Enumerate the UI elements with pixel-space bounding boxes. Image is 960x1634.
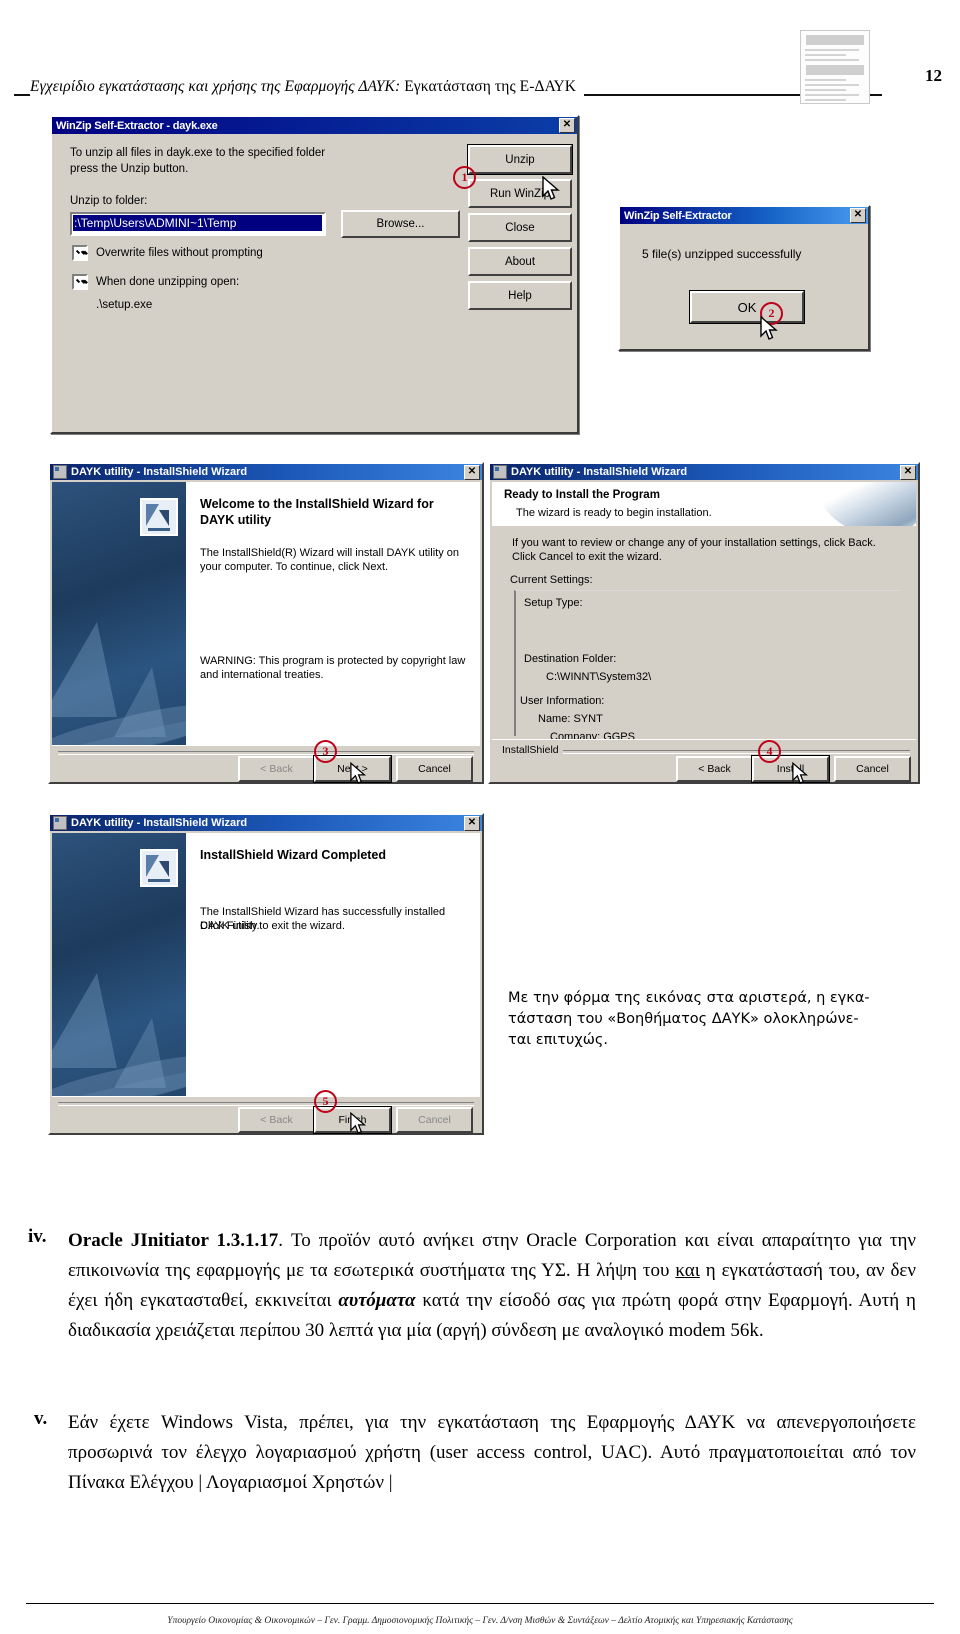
caption-line-3: ται επιτυχώς. <box>508 1032 609 1048</box>
wizard-welcome-warning: WARNING: This program is protected by co… <box>200 655 466 681</box>
unzip-folder-input[interactable]: :\Temp\Users\ADMINI~1\Temp <box>70 212 326 236</box>
close-icon[interactable]: ✕ <box>464 464 480 480</box>
when-done-label: When done unzipping open: <box>96 276 240 288</box>
help-button[interactable]: Help <box>468 281 572 310</box>
overwrite-checkbox[interactable] <box>72 245 88 261</box>
wizard-ready-footer: InstallShield < Back Install Cancel <box>492 739 916 783</box>
step-marker-3: 3 <box>314 740 337 763</box>
wizard-welcome-footer: < Back Next > Cancel <box>52 745 480 783</box>
wizard-ready-header: Ready to Install the Program The wizard … <box>492 482 916 526</box>
wizard-completed-body: InstallShield Wizard Completed The Insta… <box>140 833 480 1097</box>
product-icon <box>140 849 178 887</box>
paragraph-windows-vista: Εάν έχετε Windows Vista, πρέπει, για την… <box>68 1408 916 1498</box>
unzip-to-folder-label: Unzip to folder: <box>70 195 148 207</box>
wizard-welcome-heading: Welcome to the InstallShield Wizard for … <box>200 497 434 527</box>
wizard-welcome-titlebar: DAYK utility - InstallShield Wizard ✕ <box>50 464 482 480</box>
installer-icon <box>493 465 507 479</box>
wizard-completed-heading: InstallShield Wizard Completed <box>200 848 387 862</box>
wizard-completed-text-2: Click Finish to exit the wizard. <box>200 920 345 932</box>
cancel-button[interactable]: Cancel <box>396 756 473 782</box>
browse-button[interactable]: Browse... <box>341 210 460 238</box>
footer-separator <box>58 1102 474 1106</box>
close-button[interactable]: Close <box>468 213 572 242</box>
header-title-plain: Εγκατάσταση της Ε-ΔΑΥΚ <box>400 78 577 95</box>
user-information-label: User Information: <box>520 695 605 707</box>
wizard-ready-text: If you want to review or change any of y… <box>512 537 876 563</box>
open-target-value: .\setup.exe <box>96 299 153 311</box>
paragraph-iv-underlined: και <box>675 1260 700 1281</box>
winzip-instruction: To unzip all files in dayk.exe to the sp… <box>70 147 326 175</box>
paragraph-oracle-jinitiator: Oracle JInitiator 1.3.1.17. Το προϊόν αυ… <box>68 1226 916 1346</box>
page-footer: Υπουργείο Οικονομίας & Οικονομικών – Γεν… <box>167 1616 793 1626</box>
winzip-self-extractor-dialog: WinZip Self-Extractor - dayk.exe ✕ To un… <box>50 115 579 434</box>
wizard-completed-title: DAYK utility - InstallShield Wizard <box>71 817 248 829</box>
winzip-success-title: WinZip Self-Extractor <box>624 209 732 222</box>
back-button[interactable]: < Back <box>676 756 753 782</box>
wizard-ready-titlebar: DAYK utility - InstallShield Wizard ✕ <box>490 464 918 480</box>
paragraph-iv-lead: Oracle JInitiator 1.3.1.17 <box>68 1230 279 1251</box>
wizard-completed-dialog: DAYK utility - InstallShield Wizard ✕ In… <box>48 813 484 1135</box>
when-done-checkbox-row[interactable]: When done unzipping open: <box>72 274 239 290</box>
destination-folder-label: Destination Folder: <box>524 653 617 665</box>
winzip-title: WinZip Self-Extractor - dayk.exe <box>56 119 218 132</box>
current-settings-group: Setup Type: Destination Folder: C:\WINNT… <box>514 590 900 743</box>
step-marker-5: 5 <box>314 1090 337 1113</box>
list-marker-iv: iv. <box>28 1226 47 1247</box>
about-button[interactable]: About <box>468 247 572 276</box>
when-done-checkbox[interactable] <box>72 274 88 290</box>
wizard-welcome-title: DAYK utility - InstallShield Wizard <box>71 466 248 478</box>
unzip-button[interactable]: Unzip <box>467 144 573 175</box>
current-settings-label: Current Settings: <box>510 574 593 586</box>
installer-icon <box>53 816 67 830</box>
back-button: < Back <box>238 1107 315 1133</box>
cancel-button[interactable]: Cancel <box>834 756 911 782</box>
wizard-completed-footer: < Back Finish Cancel <box>52 1096 480 1134</box>
wizard-ready-dialog: DAYK utility - InstallShield Wizard ✕ Re… <box>488 462 920 784</box>
step-marker-4: 4 <box>758 740 781 763</box>
wizard-ready-title: DAYK utility - InstallShield Wizard <box>511 466 688 478</box>
winzip-success-message: 5 file(s) unzipped successfully <box>642 247 802 261</box>
cancel-button: Cancel <box>396 1107 473 1133</box>
close-icon[interactable]: ✕ <box>900 464 916 480</box>
winzip-titlebar: WinZip Self-Extractor - dayk.exe ✕ <box>52 117 577 134</box>
page-thumbnail <box>800 30 870 104</box>
list-marker-v: v. <box>34 1408 48 1429</box>
wizard-ready-heading: Ready to Install the Program <box>504 489 660 501</box>
header-title: Εγχειρίδιο εγκατάστασης και χρήσης της Ε… <box>30 78 585 96</box>
paragraph-iv-emphasis: αυτόματα <box>338 1290 416 1311</box>
installer-icon <box>53 465 67 479</box>
user-name-value: Name: SYNT <box>538 713 603 725</box>
paragraph-v-text: Εάν έχετε Windows Vista, πρέπει, για την… <box>68 1412 916 1493</box>
product-icon <box>140 498 178 536</box>
winzip-success-dialog: WinZip Self-Extractor ✕ 5 file(s) unzipp… <box>618 205 870 351</box>
page-header: Εγχειρίδιο εγκατάστασης και χρήσης της Ε… <box>0 28 960 104</box>
setup-type-label: Setup Type: <box>524 597 583 609</box>
caption-line-2: τάσταση του «Βοηθήματος ΔΑΥΚ» ολοκληρώνε… <box>508 1011 859 1027</box>
destination-folder-value: C:\WINNT\System32\ <box>546 671 652 683</box>
wizard-welcome-text: The InstallShield(R) Wizard will install… <box>200 547 459 573</box>
close-icon[interactable]: ✕ <box>559 118 575 133</box>
figure-caption: Με την φόρμα της εικόνας στα αριστερά, η… <box>508 988 908 1051</box>
wizard-welcome-dialog: DAYK utility - InstallShield Wizard ✕ We… <box>48 462 484 784</box>
overwrite-label: Overwrite files without prompting <box>96 247 263 259</box>
header-title-italic: Εγχειρίδιο εγκατάστασης και χρήσης της Ε… <box>30 78 401 95</box>
caption-line-1: Με την φόρμα της εικόνας στα αριστερά, η… <box>508 990 870 1006</box>
footer-rule <box>26 1603 934 1604</box>
footer-separator <box>58 751 474 755</box>
back-button: < Back <box>238 756 315 782</box>
page-number: 12 <box>925 66 942 85</box>
wizard-completed-titlebar: DAYK utility - InstallShield Wizard ✕ <box>50 815 482 831</box>
header-swoosh <box>806 482 916 526</box>
step-marker-1: 1 <box>453 166 476 189</box>
close-icon[interactable]: ✕ <box>850 208 866 223</box>
close-icon[interactable]: ✕ <box>464 815 480 831</box>
wizard-welcome-body: Welcome to the InstallShield Wizard for … <box>140 482 480 746</box>
wizard-ready-subheading: The wizard is ready to begin installatio… <box>516 507 712 519</box>
winzip-success-titlebar: WinZip Self-Extractor ✕ <box>620 207 868 224</box>
overwrite-checkbox-row[interactable]: Overwrite files without prompting <box>72 245 263 261</box>
wizard-ready-body: If you want to review or change any of y… <box>492 526 916 746</box>
unzip-folder-value: :\Temp\Users\ADMINI~1\Temp <box>73 215 322 231</box>
ok-button[interactable]: OK <box>689 290 805 324</box>
installshield-brand: InstallShield <box>498 744 563 756</box>
